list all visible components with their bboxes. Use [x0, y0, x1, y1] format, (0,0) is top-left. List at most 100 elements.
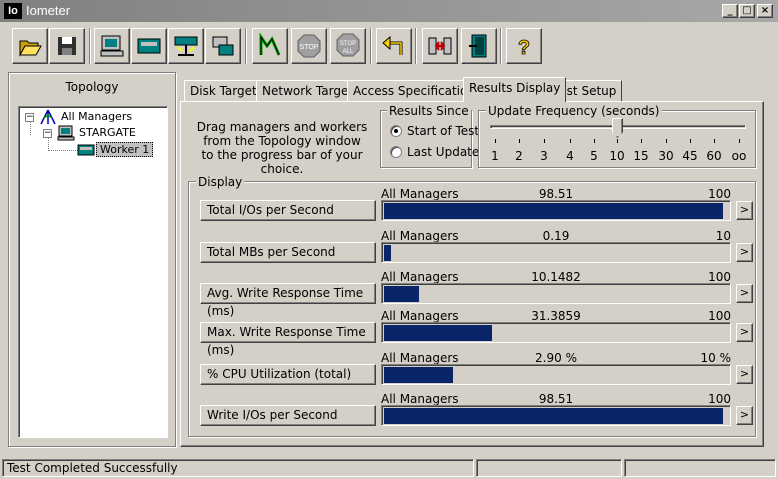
metric-menu-button[interactable]: > — [736, 365, 753, 384]
metric-max: 10 % — [700, 351, 732, 365]
metric-source: All Managers — [381, 351, 459, 365]
instructions-line-2: from the Topology window — [203, 134, 361, 148]
exit-button[interactable] — [461, 28, 497, 64]
slider-tick — [690, 139, 691, 143]
metric-source: All Managers — [381, 392, 459, 406]
toolbar-separator — [89, 28, 91, 64]
metric-bar — [381, 200, 731, 221]
title-bar[interactable] — [0, 0, 778, 22]
metric-bar-fill — [384, 245, 391, 261]
toolbar-separator — [370, 28, 372, 64]
metric-button[interactable]: Avg. Write Response Time (ms) — [200, 283, 376, 318]
metric-menu-button[interactable]: > — [736, 323, 753, 342]
open-icon — [19, 40, 42, 57]
stop-icon: STOP — [297, 34, 321, 58]
metric-bar — [381, 405, 731, 426]
help-button[interactable]: ? — [506, 28, 542, 64]
metric-source: All Managers — [381, 309, 459, 323]
reset-button[interactable] — [376, 28, 412, 64]
window-title: Iometer — [26, 3, 71, 18]
slider-tick-label: 4 — [566, 149, 574, 163]
metric-button[interactable]: Write I/Os per Second — [200, 405, 376, 426]
metric-max: 100 — [708, 187, 731, 201]
metric-bar — [381, 322, 731, 343]
metric-button[interactable]: Total MBs per Second — [200, 242, 376, 263]
help-icon: ? — [517, 37, 530, 59]
metric-bar-fill — [384, 203, 723, 219]
metric-max: 100 — [708, 270, 731, 284]
start-test-button[interactable] — [252, 28, 288, 64]
slider-tick-label: 2 — [515, 149, 523, 163]
toolbar-separator — [415, 28, 417, 64]
stop-button[interactable]: STOP — [291, 28, 327, 64]
slider-tick-label: 30 — [658, 149, 674, 163]
metric-bar-fill — [384, 325, 492, 341]
disconnect-button[interactable] — [422, 28, 458, 64]
metric-button[interactable]: % CPU Utilization (total) — [200, 364, 376, 385]
metric-button[interactable]: Max. Write Response Time (ms) — [200, 322, 376, 357]
slider-tick-label: 45 — [682, 149, 698, 163]
tree-item-stargate[interactable]: STARGATE — [79, 126, 136, 139]
open-button[interactable] — [12, 28, 48, 64]
network-worker-button[interactable] — [168, 28, 204, 64]
metric-value: 98.51 — [538, 392, 574, 406]
save-button[interactable] — [49, 28, 85, 64]
slider-tick — [739, 139, 740, 143]
metric-value: 10.1482 — [531, 270, 581, 284]
tab-results-display[interactable]: Results Display — [463, 77, 567, 102]
instructions-line-3: to the progress bar of your choice. — [201, 148, 363, 176]
disk-worker-button[interactable] — [131, 28, 167, 64]
metric-bar — [381, 242, 731, 263]
duplicate-worker-icon — [212, 36, 234, 56]
stop-all-label: STOP — [340, 41, 356, 47]
display-title: Display — [196, 175, 245, 189]
update-frequency-title: Update Frequency (seconds) — [486, 104, 662, 118]
disconnect-icon — [428, 37, 452, 55]
radio-last-update[interactable] — [390, 146, 402, 158]
metric-menu-button[interactable]: > — [736, 406, 753, 425]
app-icon: Io — [4, 3, 22, 19]
tree-line — [48, 150, 78, 151]
topology-tree[interactable]: − All Managers − STARGATE Worker 1 — [18, 106, 168, 438]
disk-worker-icon — [137, 38, 161, 54]
minimize-button[interactable]: _ — [722, 4, 738, 18]
slider-tick-label: 15 — [633, 149, 649, 163]
save-icon — [58, 37, 76, 55]
metric-max: 100 — [708, 309, 731, 323]
metric-menu-button[interactable]: > — [736, 243, 753, 262]
metric-max: 10 — [715, 229, 731, 243]
slider-tick — [641, 139, 642, 143]
radio-last-update-label[interactable]: Last Update — [407, 145, 479, 159]
start-manager-button[interactable] — [94, 28, 130, 64]
tree-expander[interactable]: − — [25, 113, 34, 122]
metric-bar — [381, 283, 731, 304]
radio-start-of-test-label[interactable]: Start of Test — [407, 124, 479, 138]
slider-tick — [519, 139, 520, 143]
all-managers-icon — [40, 109, 56, 125]
tree-expander[interactable]: − — [43, 129, 52, 138]
start-test-icon — [259, 33, 281, 56]
tree-item-all-managers[interactable]: All Managers — [61, 110, 132, 123]
stop-label: STOP — [300, 44, 319, 51]
topology-title: Topology — [65, 80, 119, 94]
duplicate-worker-button[interactable] — [205, 28, 241, 64]
slider-tick — [714, 139, 715, 143]
slider-tick-label: 3 — [540, 149, 548, 163]
metric-button[interactable]: Total I/Os per Second — [200, 200, 376, 221]
slider-tick — [495, 139, 496, 143]
manager-computer-icon — [57, 125, 75, 141]
metric-menu-button[interactable]: > — [736, 284, 753, 303]
status-cell-3 — [624, 459, 776, 477]
stop-all-button[interactable]: STOP ALL — [330, 28, 366, 64]
maximize-button[interactable]: □ — [739, 4, 755, 18]
tree-item-worker-1[interactable]: Worker 1 — [96, 142, 154, 157]
metric-bar-fill — [384, 286, 419, 302]
radio-start-of-test[interactable] — [390, 125, 402, 137]
slider-tick-label: oo — [731, 149, 747, 163]
close-button[interactable]: × — [757, 4, 773, 18]
slider-tick — [570, 139, 571, 143]
metric-menu-button[interactable]: > — [736, 201, 753, 220]
reset-icon — [382, 35, 403, 55]
instructions-line-1: Drag managers and workers — [196, 120, 368, 134]
start-manager-icon — [100, 35, 124, 57]
